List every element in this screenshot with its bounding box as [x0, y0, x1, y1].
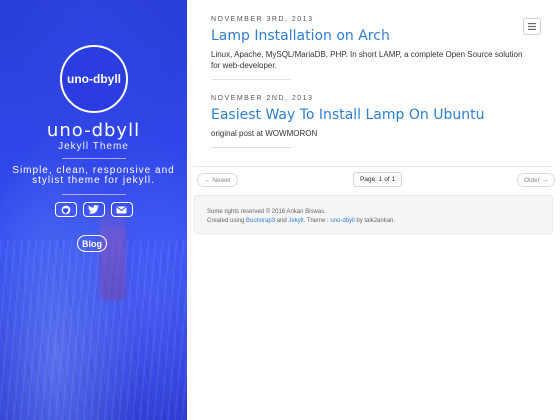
twitter-icon [88, 205, 99, 214]
theme-link[interactable]: uno-dbyll [330, 218, 354, 224]
post-divider [211, 147, 291, 148]
bootstrap-link[interactable]: Bootstrap3 [246, 218, 275, 224]
sidebar-divider [62, 158, 126, 159]
post-title-link[interactable]: Lamp Installation on Arch [211, 28, 531, 44]
post-item: November 3rd, 2013 Lamp Installation on … [211, 16, 531, 80]
sidebar-divider [62, 194, 126, 195]
jekyll-link[interactable]: Jekyll [288, 218, 303, 224]
twitter-button[interactable] [82, 202, 105, 217]
older-button[interactable]: Older → [517, 173, 556, 187]
post-item: November 2nd, 2013 Easiest Way To Instal… [211, 95, 531, 148]
site-title: uno-dbyll [46, 120, 141, 141]
mail-icon [116, 206, 127, 213]
post-excerpt: original post at WOWMORON [211, 129, 318, 138]
background-figure [100, 205, 126, 300]
footer-credits: Created using Bootstrap3 and Jekyll. The… [207, 217, 552, 226]
footer-text: by talk2ankan. [354, 218, 396, 224]
site-subtitle: Jekyll Theme [58, 141, 129, 152]
footer-text: Created using [207, 218, 247, 224]
post-date: November 2nd, 2013 [211, 95, 314, 102]
sidebar: uno-dbyll uno-dbyll Jekyll Theme Simple,… [0, 0, 187, 420]
logo-text: uno-dbyll [67, 72, 121, 86]
post-excerpt: Linux, Apache, MySQL/MariaDB, PHP. In sh… [211, 50, 523, 70]
site-logo[interactable]: uno-dbyll [60, 45, 128, 113]
footer: Some rights reserved © 2016 Ankan Biswas… [194, 195, 553, 234]
github-icon [61, 205, 70, 214]
post-divider [211, 79, 291, 80]
blog-button[interactable]: Blog [77, 235, 107, 252]
main-content: November 3rd, 2013 Lamp Installation on … [187, 0, 560, 420]
github-button[interactable] [54, 202, 77, 217]
footer-text: and [275, 218, 289, 224]
social-links [0, 202, 187, 217]
post-title-link[interactable]: Easiest Way To Install Lamp On Ubuntu [211, 107, 531, 123]
pager-divider [194, 166, 553, 167]
post-date: November 3rd, 2013 [211, 16, 314, 23]
site-tagline: Simple, clean, responsive and stylist th… [12, 165, 175, 186]
footer-text: . Theme : [303, 218, 331, 224]
footer-copyright: Some rights reserved © 2016 Ankan Biswas… [207, 209, 326, 215]
email-button[interactable] [110, 202, 133, 217]
sidebar-background-texture [0, 240, 187, 420]
newer-button[interactable]: ← Newer [197, 173, 239, 187]
page-indicator: Page: 1 of 1 [353, 172, 403, 187]
